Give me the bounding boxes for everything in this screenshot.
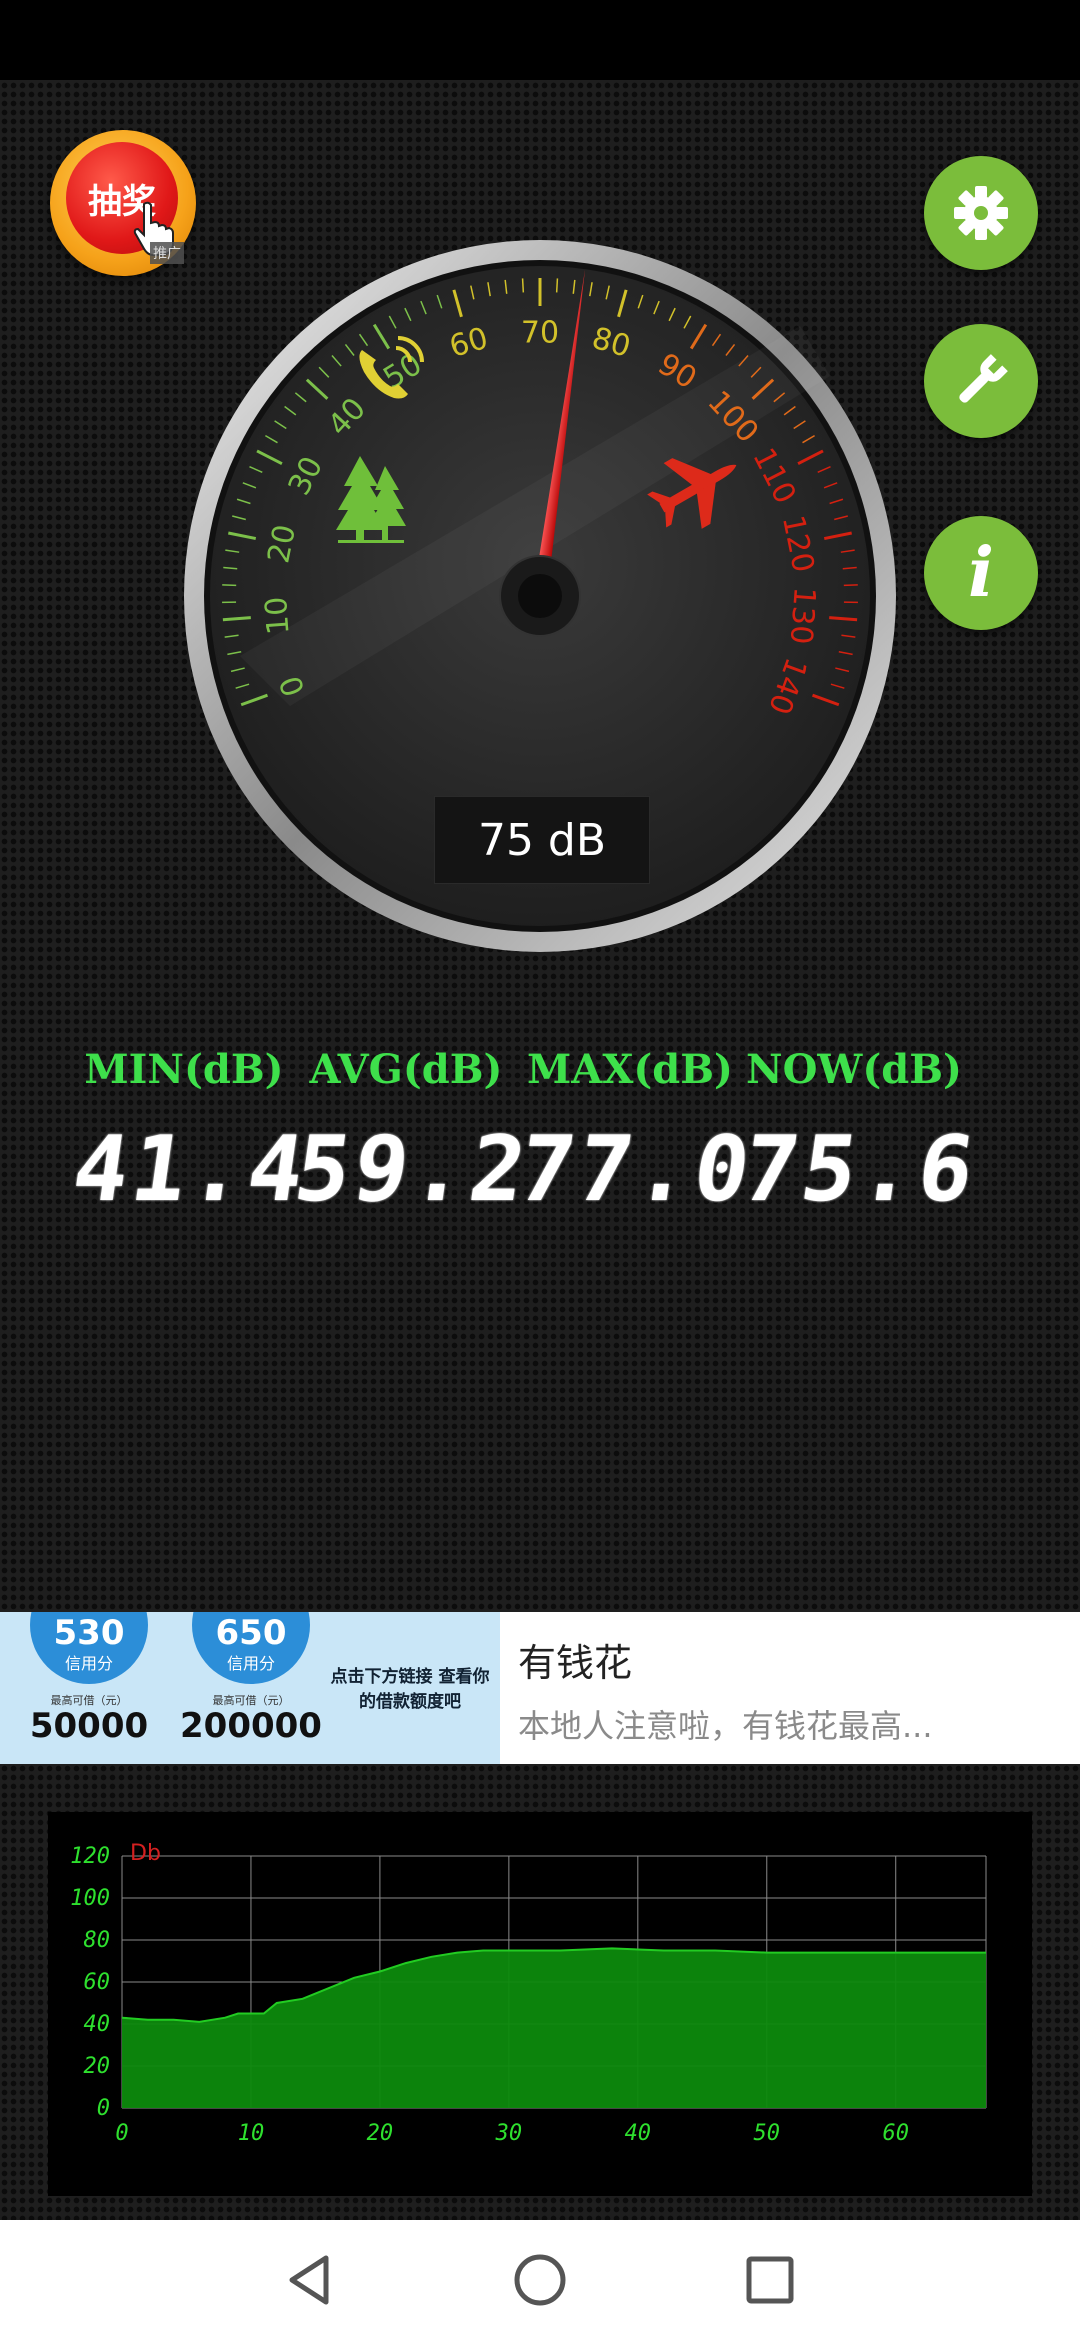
x-tick-label: 40 <box>625 2121 652 2146</box>
y-tick-label: 0 <box>97 2096 110 2121</box>
y-tick-label: 100 <box>70 1886 110 1911</box>
gauge-tick <box>521 278 525 293</box>
db-readout: 75 dB <box>434 796 650 884</box>
promo-tag: 推广 <box>150 242 184 264</box>
ad-description: 本地人注意啦，有钱花最高... <box>518 1707 933 1745</box>
info-icon: i <box>968 533 994 613</box>
ad-score-circle-2: 650 信用分 <box>192 1612 310 1684</box>
history-area <box>122 1948 986 2108</box>
now-value: 75.6 <box>736 1117 985 1222</box>
y-tick-label: 60 <box>84 1970 111 1995</box>
lottery-button[interactable]: 抽奖 推广 <box>50 130 196 276</box>
history-chart-svg: 0 20 40 60 80 100 120 0 10 20 30 40 50 60 Db <box>70 1841 987 2146</box>
min-value: 41.4 <box>66 1117 315 1222</box>
min-label: MIN(dB) <box>84 1046 284 1093</box>
ad-score-label-2: 信用分 <box>226 1654 275 1673</box>
y-tick-label: 40 <box>84 2012 111 2037</box>
stat-now: NOW(dB) 75.6 <box>737 1046 985 1222</box>
now-label: NOW(dB) <box>746 1046 962 1093</box>
ad-amount-1: 50000 <box>29 1706 149 1746</box>
stat-min: MIN(dB) 41.4 <box>67 1046 315 1222</box>
gauge-label: 20 <box>261 522 303 566</box>
gauge-label: 70 <box>521 316 559 351</box>
x-tick-label: 60 <box>882 2121 909 2146</box>
gauge-tick <box>222 616 251 622</box>
ad-score-2: 650 <box>215 1613 287 1653</box>
gauge-label: 10 <box>259 595 297 636</box>
avg-label: AVG(dB) <box>309 1046 503 1093</box>
x-tick-label: 10 <box>238 2121 265 2146</box>
y-tick-label: 20 <box>84 2054 111 2079</box>
gauge-tick <box>555 278 559 293</box>
max-value: 77.0 <box>512 1117 761 1222</box>
gauge-tick <box>829 616 858 622</box>
stat-max: MAX(dB) 77.0 <box>513 1046 761 1222</box>
ad-text[interactable]: 有钱花 本地人注意啦，有钱花最高... <box>500 1612 1080 1764</box>
ad-card-1: 530 信用分 最高可借（元） 50000 <box>14 1612 164 1764</box>
wrench-icon <box>959 354 1008 403</box>
ad-title: 有钱花 <box>518 1641 633 1685</box>
ad-score-1: 530 <box>53 1613 125 1653</box>
settings-button[interactable] <box>924 156 1038 270</box>
status-bar <box>0 0 1080 80</box>
home-icon[interactable] <box>510 2250 570 2310</box>
avg-value: 59.2 <box>288 1117 537 1222</box>
ad-image[interactable]: 530 信用分 最高可借（元） 50000 650 信用分 最高可借（元） 20… <box>0 1612 500 1764</box>
ad-amount-2: 200000 <box>180 1706 322 1746</box>
y-tick-label: 80 <box>84 1928 111 1953</box>
y-unit-label: Db <box>130 1841 161 1866</box>
gauge-label: 130 <box>783 586 822 646</box>
ad-score-label-1: 信用分 <box>64 1654 113 1673</box>
advertisement-banner[interactable]: 530 信用分 最高可借（元） 50000 650 信用分 最高可借（元） 20… <box>0 1612 1080 1764</box>
x-tick-label: 30 <box>495 2121 523 2146</box>
history-chart: 0 20 40 60 80 100 120 0 10 20 30 40 50 60 Db <box>48 1812 1032 2196</box>
tools-button[interactable] <box>924 324 1038 438</box>
needle-hub-center <box>518 574 562 618</box>
info-button[interactable]: i <box>924 516 1038 630</box>
max-label: MAX(dB) <box>527 1046 733 1093</box>
x-tick-label: 50 <box>754 2121 781 2146</box>
x-tick-label: 0 <box>115 2121 128 2146</box>
ad-card-2: 650 信用分 最高可借（元） 200000 <box>176 1612 326 1764</box>
y-tick-label: 120 <box>70 1844 110 1869</box>
back-icon[interactable] <box>280 2250 340 2310</box>
stat-avg: AVG(dB) 59.2 <box>289 1046 537 1222</box>
gear-icon <box>954 186 1008 240</box>
navigation-bar <box>0 2220 1080 2340</box>
recents-icon[interactable] <box>740 2250 800 2310</box>
ad-score-circle-1: 530 信用分 <box>30 1612 148 1684</box>
x-tick-label: 20 <box>367 2121 394 2146</box>
ad-tagline: 点击下方链接 查看你的借款额度吧 <box>330 1667 490 1712</box>
